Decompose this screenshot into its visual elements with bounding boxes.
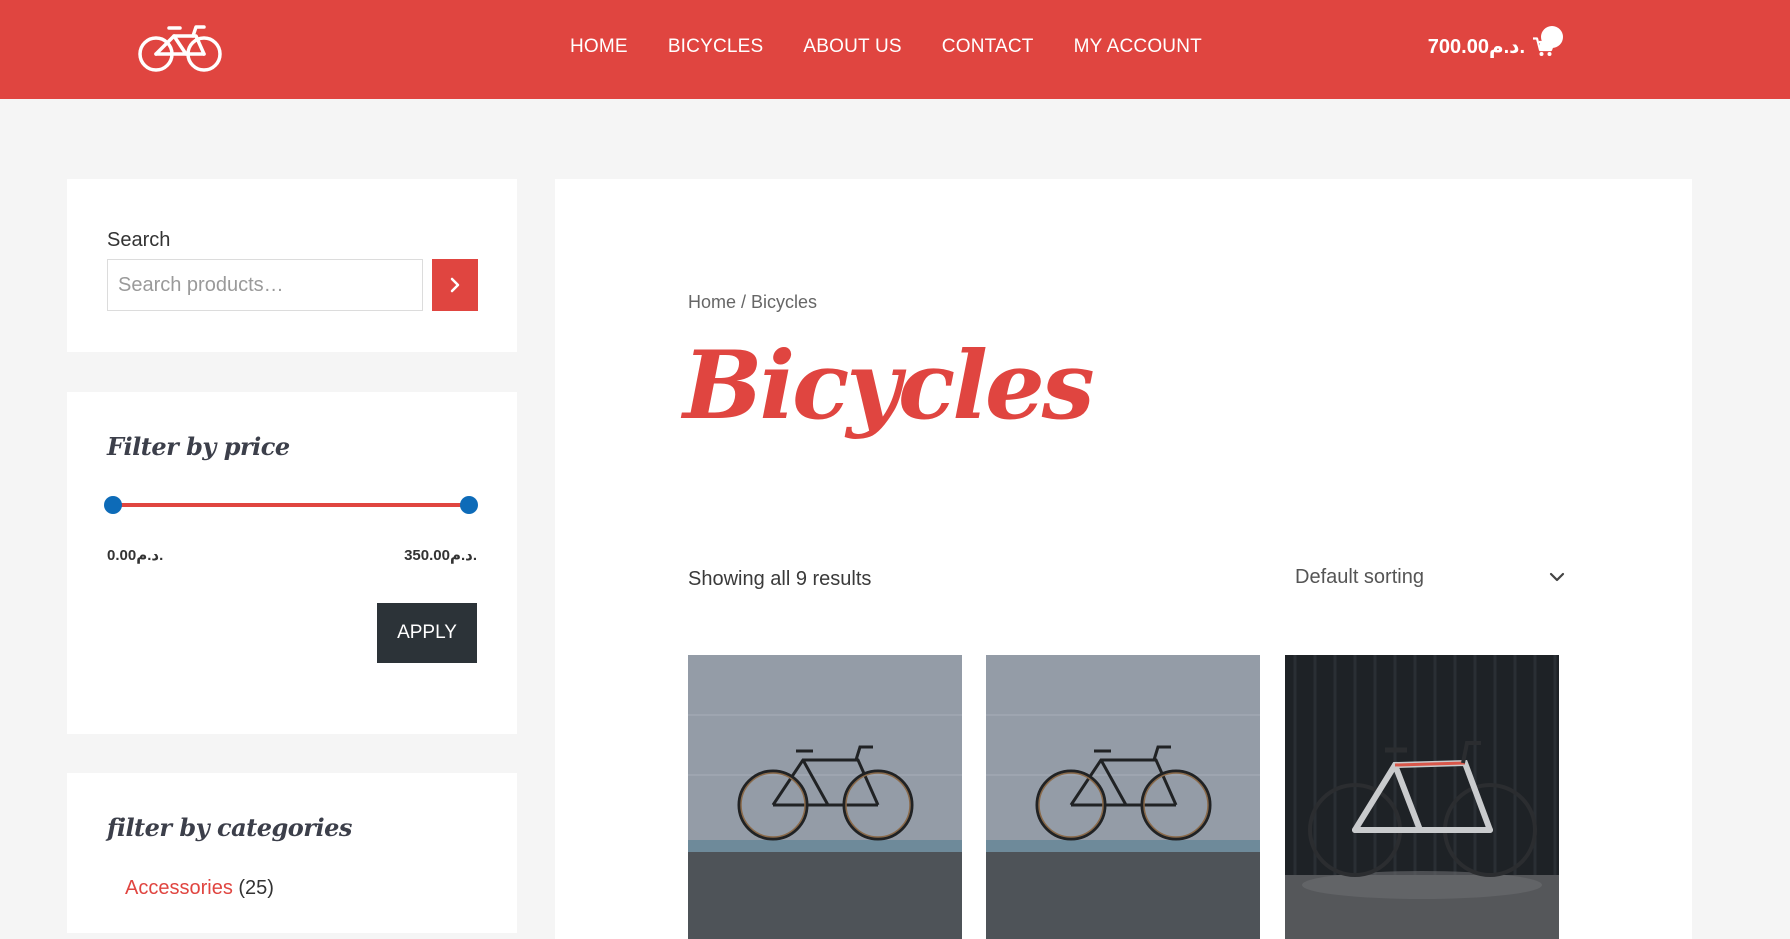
- search-label: Search: [107, 229, 171, 251]
- breadcrumb-current: Bicycles: [751, 292, 818, 312]
- categories-title: filter by categories: [107, 813, 352, 842]
- price-filter-widget: Filter by price 0.00د.م. 350.00د.م. APPL…: [67, 392, 517, 734]
- product-image[interactable]: [688, 655, 962, 939]
- bicycle-photo-image: [986, 655, 1260, 939]
- breadcrumb-separator: /: [736, 292, 752, 312]
- cart-count-badge: [1540, 26, 1563, 48]
- search-widget: Search: [67, 179, 517, 352]
- product-image[interactable]: [1285, 655, 1559, 939]
- chevron-down-icon: [1549, 572, 1565, 582]
- price-min-label: 0.00د.م.: [107, 547, 164, 564]
- sorting-selected-value: Default sorting: [1295, 565, 1424, 588]
- bicycle-photo-image: [1285, 655, 1559, 939]
- category-link-accessories[interactable]: Accessories: [125, 877, 233, 899]
- search-submit-button[interactable]: [432, 259, 478, 311]
- site-logo[interactable]: [136, 22, 226, 74]
- product-image[interactable]: [986, 655, 1260, 939]
- main-content: Home / Bicycles Bicycles Showing all 9 r…: [555, 179, 1692, 939]
- category-item: Accessories (25): [125, 877, 274, 900]
- nav-item-about-us[interactable]: ABOUT US: [803, 36, 901, 58]
- price-slider-min-handle[interactable]: [104, 496, 122, 514]
- price-max-label: 350.00د.م.: [404, 547, 477, 564]
- chevron-right-icon: [450, 277, 460, 293]
- result-count: Showing all 9 results: [688, 568, 872, 590]
- search-input[interactable]: [107, 259, 423, 311]
- price-slider-track[interactable]: [113, 503, 469, 507]
- category-count: (25): [238, 877, 274, 899]
- nav-item-my-account[interactable]: MY ACCOUNT: [1074, 36, 1202, 58]
- price-filter-title: Filter by price: [107, 432, 290, 461]
- page-title: Bicycles: [683, 331, 1095, 441]
- bicycle-logo-icon: [138, 25, 222, 72]
- nav-item-contact[interactable]: CONTACT: [942, 36, 1034, 58]
- bicycle-photo-image: [688, 655, 962, 939]
- nav-item-bicycles[interactable]: BICYCLES: [668, 36, 764, 58]
- breadcrumb: Home / Bicycles: [688, 292, 817, 313]
- price-slider-max-handle[interactable]: [460, 496, 478, 514]
- main-nav: HOME BICYCLES ABOUT US CONTACT MY ACCOUN…: [570, 36, 1242, 58]
- apply-filter-button[interactable]: APPLY: [377, 603, 477, 663]
- categories-widget: filter by categories Accessories (25): [67, 773, 517, 933]
- cart-amount: 700.00د.م.: [1427, 36, 1525, 58]
- breadcrumb-home-link[interactable]: Home: [688, 292, 736, 312]
- site-header: HOME BICYCLES ABOUT US CONTACT MY ACCOUN…: [0, 0, 1790, 99]
- nav-item-home[interactable]: HOME: [570, 36, 628, 58]
- sorting-select[interactable]: Default sorting: [1295, 555, 1565, 599]
- header-cart[interactable]: 700.00د.م.: [1427, 26, 1563, 59]
